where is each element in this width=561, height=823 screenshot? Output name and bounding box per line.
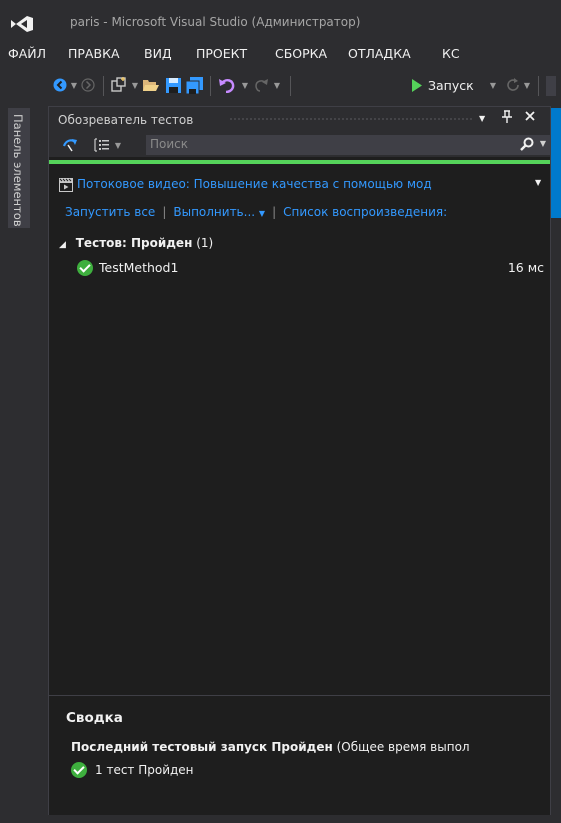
toolbox-tab[interactable]: Панель элементов [8,108,30,228]
playlist-row: Потоковое видео: Повышение качества с по… [49,175,550,195]
playlist-link-action[interactable]: Список воспроизведения: [283,205,447,219]
test-run-progress-bar [49,160,550,164]
search-input[interactable]: Поиск ▼ [146,135,550,155]
toolbox-tab-label: Панель элементов [11,114,25,227]
run-icon[interactable] [410,76,424,94]
save-icon[interactable] [164,76,182,94]
back-dropdown-icon[interactable]: ▼ [70,76,78,94]
group-count: (1) [196,236,214,250]
menu-build[interactable]: СБОРКА [275,46,327,61]
passed-count: 1 тест Пройден [95,763,194,777]
run-link[interactable]: Выполнить... [173,205,255,219]
test-duration: 16 мс [507,260,544,275]
run-tests-icon[interactable] [63,136,79,154]
test-row[interactable]: TestMethod1 16 мс [77,258,544,278]
action-separator: | [272,205,277,219]
new-project-icon[interactable] [110,76,128,94]
toolbar-separator [210,76,211,96]
action-separator: | [162,205,167,219]
panel-title: Обозреватель тестов [58,113,194,127]
toolbar-separator [538,76,539,96]
playlist-link[interactable]: Потоковое видео: Повышение качества с по… [77,177,532,191]
pin-icon[interactable] [501,110,513,127]
forward-icon[interactable] [80,76,96,94]
group-title: Тестов: Пройден [75,236,193,250]
redo-dropdown-icon[interactable]: ▼ [273,76,281,94]
passed-check-icon [77,260,93,276]
undo-dropdown-icon[interactable]: ▼ [241,76,249,94]
menu-team[interactable]: КС [442,46,460,61]
run-button[interactable]: Запуск [428,78,474,93]
close-icon[interactable] [524,110,536,125]
test-explorer-toolbar: ▼ Поиск ▼ [49,131,550,157]
menu-edit[interactable]: ПРАВКА [68,46,120,61]
test-name: TestMethod1 [99,260,179,275]
config-combo[interactable] [546,76,556,96]
refresh-dropdown-icon[interactable]: ▼ [523,76,531,94]
menu-debug[interactable]: ОТЛАДКА [348,46,411,61]
menu-project[interactable]: ПРОЕКТ [196,46,247,61]
toolbar-separator [103,76,104,96]
video-icon [59,178,73,192]
passed-check-icon [71,762,87,778]
save-all-icon[interactable] [184,76,206,94]
redo-icon[interactable] [252,76,270,94]
test-explorer-header: Обозреватель тестов ▼ [49,107,550,131]
playlist-dropdown-icon[interactable]: ▼ [535,178,541,187]
summary-title: Сводка [66,710,123,726]
visual-studio-logo-icon [11,16,33,32]
last-run-status: Последний тестовый запуск Пройден [71,740,333,754]
toolbar-separator [290,76,291,96]
new-project-dropdown-icon[interactable]: ▼ [131,76,139,94]
summary-pane: Сводка Последний тестовый запуск Пройден… [49,695,550,815]
search-options-dropdown-icon[interactable]: ▼ [540,139,546,148]
test-group-passed[interactable]: ◢ Тестов: Пройден (1) [59,236,213,250]
drag-grip[interactable] [229,117,474,122]
refresh-icon[interactable] [505,76,521,94]
group-by-icon[interactable] [93,136,111,154]
group-by-dropdown-icon[interactable]: ▼ [114,136,122,154]
run-all-link[interactable]: Запустить все [65,205,155,219]
last-run-summary: Последний тестовый запуск Пройден (Общее… [71,740,550,754]
back-icon[interactable] [52,76,68,94]
test-explorer-panel: Обозреватель тестов ▼ ▼ Поиск ▼ Потоково… [48,106,551,815]
collapse-triangle-icon[interactable]: ◢ [59,240,66,250]
status-strip [0,815,561,823]
window-title: paris - Microsoft Visual Studio (Админис… [70,15,361,29]
undo-icon[interactable] [217,76,237,94]
open-folder-icon[interactable] [142,76,160,94]
search-placeholder: Поиск [150,137,189,151]
total-time: (Общее время выпол [336,740,470,754]
menu-view[interactable]: ВИД [144,46,172,61]
editor-accent-strip [551,108,561,218]
window-position-dropdown-icon[interactable]: ▼ [479,114,485,123]
search-icon[interactable] [520,137,534,151]
menu-file[interactable]: ФАЙЛ [8,46,46,61]
title-bar: paris - Microsoft Visual Studio (Админис… [0,0,561,42]
main-toolbar: ▼ ▼ ▼ ▼ Запуск ▼ ▼ [0,68,561,104]
run-dropdown-icon[interactable]: ▼ [489,76,497,94]
menu-bar: ФАЙЛ ПРАВКА ВИД ПРОЕКТ СБОРКА ОТЛАДКА КС [0,42,561,68]
test-actions-bar: Запустить все | Выполнить... ▼ | Список восп… [65,205,447,219]
